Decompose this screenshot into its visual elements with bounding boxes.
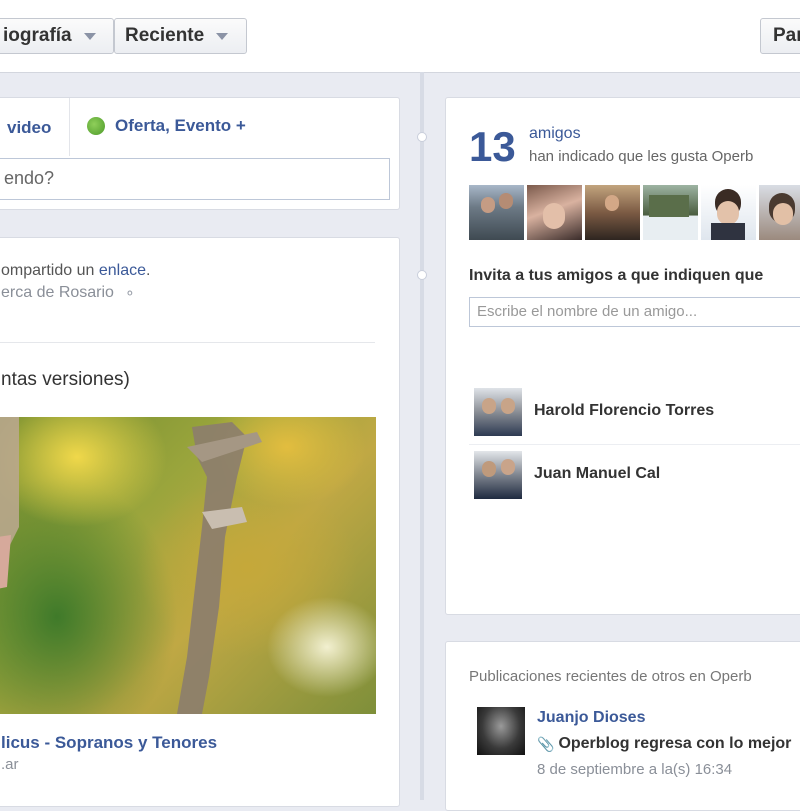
- recent-posts-heading: Publicaciones recientes de otros en Oper…: [469, 668, 752, 685]
- chevron-down-icon: [216, 32, 229, 40]
- status-input[interactable]: endo?: [0, 158, 390, 200]
- tab-divider: [69, 98, 70, 156]
- green-circle-icon: [87, 117, 105, 135]
- invite-heading: Invita a tus amigos a que indiquen que: [469, 267, 764, 284]
- friends-like-card: 13 amigos han indicado que les gusta Ope…: [445, 97, 800, 615]
- right-button-label: Par: [773, 25, 800, 46]
- timeline-spine: [420, 72, 424, 800]
- friend-row[interactable]: Harold Florencio Torres: [474, 388, 800, 438]
- top-bar: iografía Reciente Par: [0, 0, 800, 73]
- composer-card: video Oferta, Evento + endo?: [0, 97, 400, 210]
- recent-posts-card: Publicaciones recientes de otros en Oper…: [445, 641, 800, 811]
- recent-post-text-line: 📎 Operblog regresa con lo mejor: [537, 735, 791, 753]
- link-title[interactable]: licus - Sopranos y Tenores: [1, 733, 217, 753]
- friend-row[interactable]: Juan Manuel Cal: [474, 451, 800, 501]
- invite-friend-input[interactable]: Escribe el nombre de un amigo...: [469, 297, 800, 327]
- chevron-down-icon: [83, 32, 96, 40]
- row-divider: [469, 444, 800, 445]
- friends-like-subtitle: han indicado que les gusta Operb: [529, 148, 754, 165]
- composer-tabs: video Oferta, Evento +: [0, 98, 401, 156]
- post-divider: [0, 342, 375, 343]
- friend-name[interactable]: Juan Manuel Cal: [534, 465, 660, 483]
- offer-event-tab[interactable]: Oferta, Evento +: [87, 116, 246, 136]
- recent-post-text: Operblog regresa con lo mejor: [558, 735, 792, 752]
- friend-photo[interactable]: [469, 185, 524, 240]
- link-image[interactable]: [0, 417, 376, 714]
- friend-photo[interactable]: [701, 185, 756, 240]
- shared-link[interactable]: enlace: [99, 262, 146, 279]
- tab-video[interactable]: video: [7, 118, 51, 138]
- friends-like-amigos-link[interactable]: amigos: [529, 125, 581, 143]
- friend-name[interactable]: Harold Florencio Torres: [534, 402, 714, 420]
- friend-photo[interactable]: [643, 185, 698, 240]
- friend-photo[interactable]: [585, 185, 640, 240]
- friend-photo[interactable]: [527, 185, 582, 240]
- post-message: ntas versiones): [1, 369, 130, 390]
- friends-like-count: 13: [469, 123, 516, 170]
- status-input-placeholder: endo?: [4, 168, 55, 188]
- post-shared-line: ompartido un enlace.: [1, 262, 151, 279]
- friend-avatar: [474, 451, 522, 499]
- filter-biografia-dropdown[interactable]: iografía: [0, 18, 114, 54]
- recent-post-avatar: [477, 707, 525, 755]
- recent-post-date[interactable]: 8 de septiembre a la(s) 16:34: [537, 761, 732, 778]
- post-card: ompartido un enlace. erca de Rosario ⚬ n…: [0, 237, 400, 807]
- privacy-icon: ⚬: [123, 284, 136, 301]
- recent-post-author[interactable]: Juanjo Dioses: [537, 709, 645, 727]
- invite-friend-placeholder: Escribe el nombre de un amigo...: [477, 303, 698, 320]
- attachment-icon: 📎: [537, 735, 555, 752]
- offer-event-label: Oferta, Evento +: [115, 116, 246, 135]
- right-button[interactable]: Par: [760, 18, 800, 54]
- post-location: erca de Rosario ⚬: [1, 284, 136, 301]
- link-domain: .ar: [1, 756, 19, 773]
- filter-reciente-label: Reciente: [125, 25, 205, 46]
- filter-biografia-label: iografía: [3, 25, 72, 46]
- timeline-dot: [417, 270, 427, 280]
- timeline-dot: [417, 132, 427, 142]
- friend-avatar: [474, 388, 522, 436]
- friend-photo[interactable]: [759, 185, 800, 240]
- crucifix-illustration: [0, 417, 262, 714]
- filter-reciente-dropdown[interactable]: Reciente: [114, 18, 247, 54]
